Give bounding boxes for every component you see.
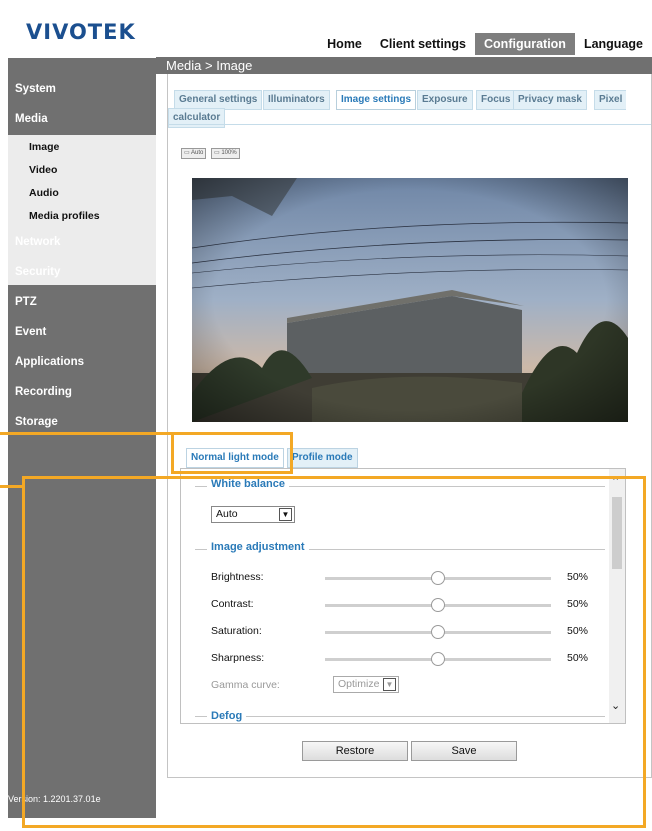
camera-scene-image bbox=[192, 178, 628, 422]
sidebar-item-system[interactable]: System bbox=[8, 83, 156, 95]
top-navigation: Home Client settings Configuration Langu… bbox=[318, 33, 652, 55]
tab-privacy-mask[interactable]: Privacy mask bbox=[513, 90, 587, 110]
nav-language[interactable]: Language bbox=[575, 33, 652, 55]
sidebar-item-security[interactable]: Security bbox=[8, 266, 156, 278]
tab-general-settings[interactable]: General settings bbox=[174, 90, 263, 110]
zoom-auto-button[interactable]: ▭ Auto bbox=[181, 148, 207, 159]
camera-preview bbox=[192, 178, 628, 422]
nav-client-settings[interactable]: Client settings bbox=[371, 33, 475, 55]
sidebar-item-media[interactable]: Media bbox=[8, 113, 156, 125]
tab-pixel-calculator[interactable]: Pixel bbox=[594, 90, 627, 110]
nav-home[interactable]: Home bbox=[318, 33, 371, 55]
zoom-100-button[interactable]: ▭ 100% bbox=[211, 148, 240, 159]
tab-exposure[interactable]: Exposure bbox=[417, 90, 473, 110]
monitor-icon: ▭ bbox=[184, 150, 190, 156]
vivotek-logo: VIVOTEK bbox=[26, 20, 136, 44]
tab-profile-mode[interactable]: Profile mode bbox=[287, 448, 358, 468]
sidebar-item-applications[interactable]: Applications bbox=[8, 356, 156, 368]
tab-focus[interactable]: Focus bbox=[476, 90, 516, 110]
callout-line bbox=[0, 485, 23, 488]
tab-divider bbox=[168, 124, 651, 125]
submenu-item-video[interactable]: Video bbox=[29, 164, 57, 176]
sidebar-item-recording[interactable]: Recording bbox=[8, 386, 156, 398]
nav-configuration[interactable]: Configuration bbox=[475, 33, 575, 55]
sidebar-item-event[interactable]: Event bbox=[8, 326, 156, 338]
sidebar-item-network[interactable]: Network bbox=[8, 236, 156, 248]
tab-illuminators[interactable]: Illuminators bbox=[263, 90, 330, 110]
normal-light-mode-highlight bbox=[171, 432, 293, 474]
submenu-item-image[interactable]: Image bbox=[29, 141, 59, 153]
sidebar-item-ptz[interactable]: PTZ bbox=[8, 296, 156, 308]
monitor-icon: ▭ bbox=[214, 150, 220, 156]
sidebar-item-storage[interactable]: Storage bbox=[8, 416, 156, 428]
submenu-item-audio[interactable]: Audio bbox=[29, 187, 59, 199]
tab-image-settings[interactable]: Image settings bbox=[336, 90, 417, 110]
page-title: Media > Image bbox=[156, 57, 652, 74]
tab-pixel-calculator-cont[interactable]: calculator bbox=[168, 108, 226, 128]
settings-panel-highlight bbox=[22, 476, 646, 828]
callout-line bbox=[0, 432, 172, 435]
media-submenu: Image Video Audio Media profiles bbox=[8, 135, 156, 285]
submenu-item-media-profiles[interactable]: Media profiles bbox=[29, 210, 100, 222]
